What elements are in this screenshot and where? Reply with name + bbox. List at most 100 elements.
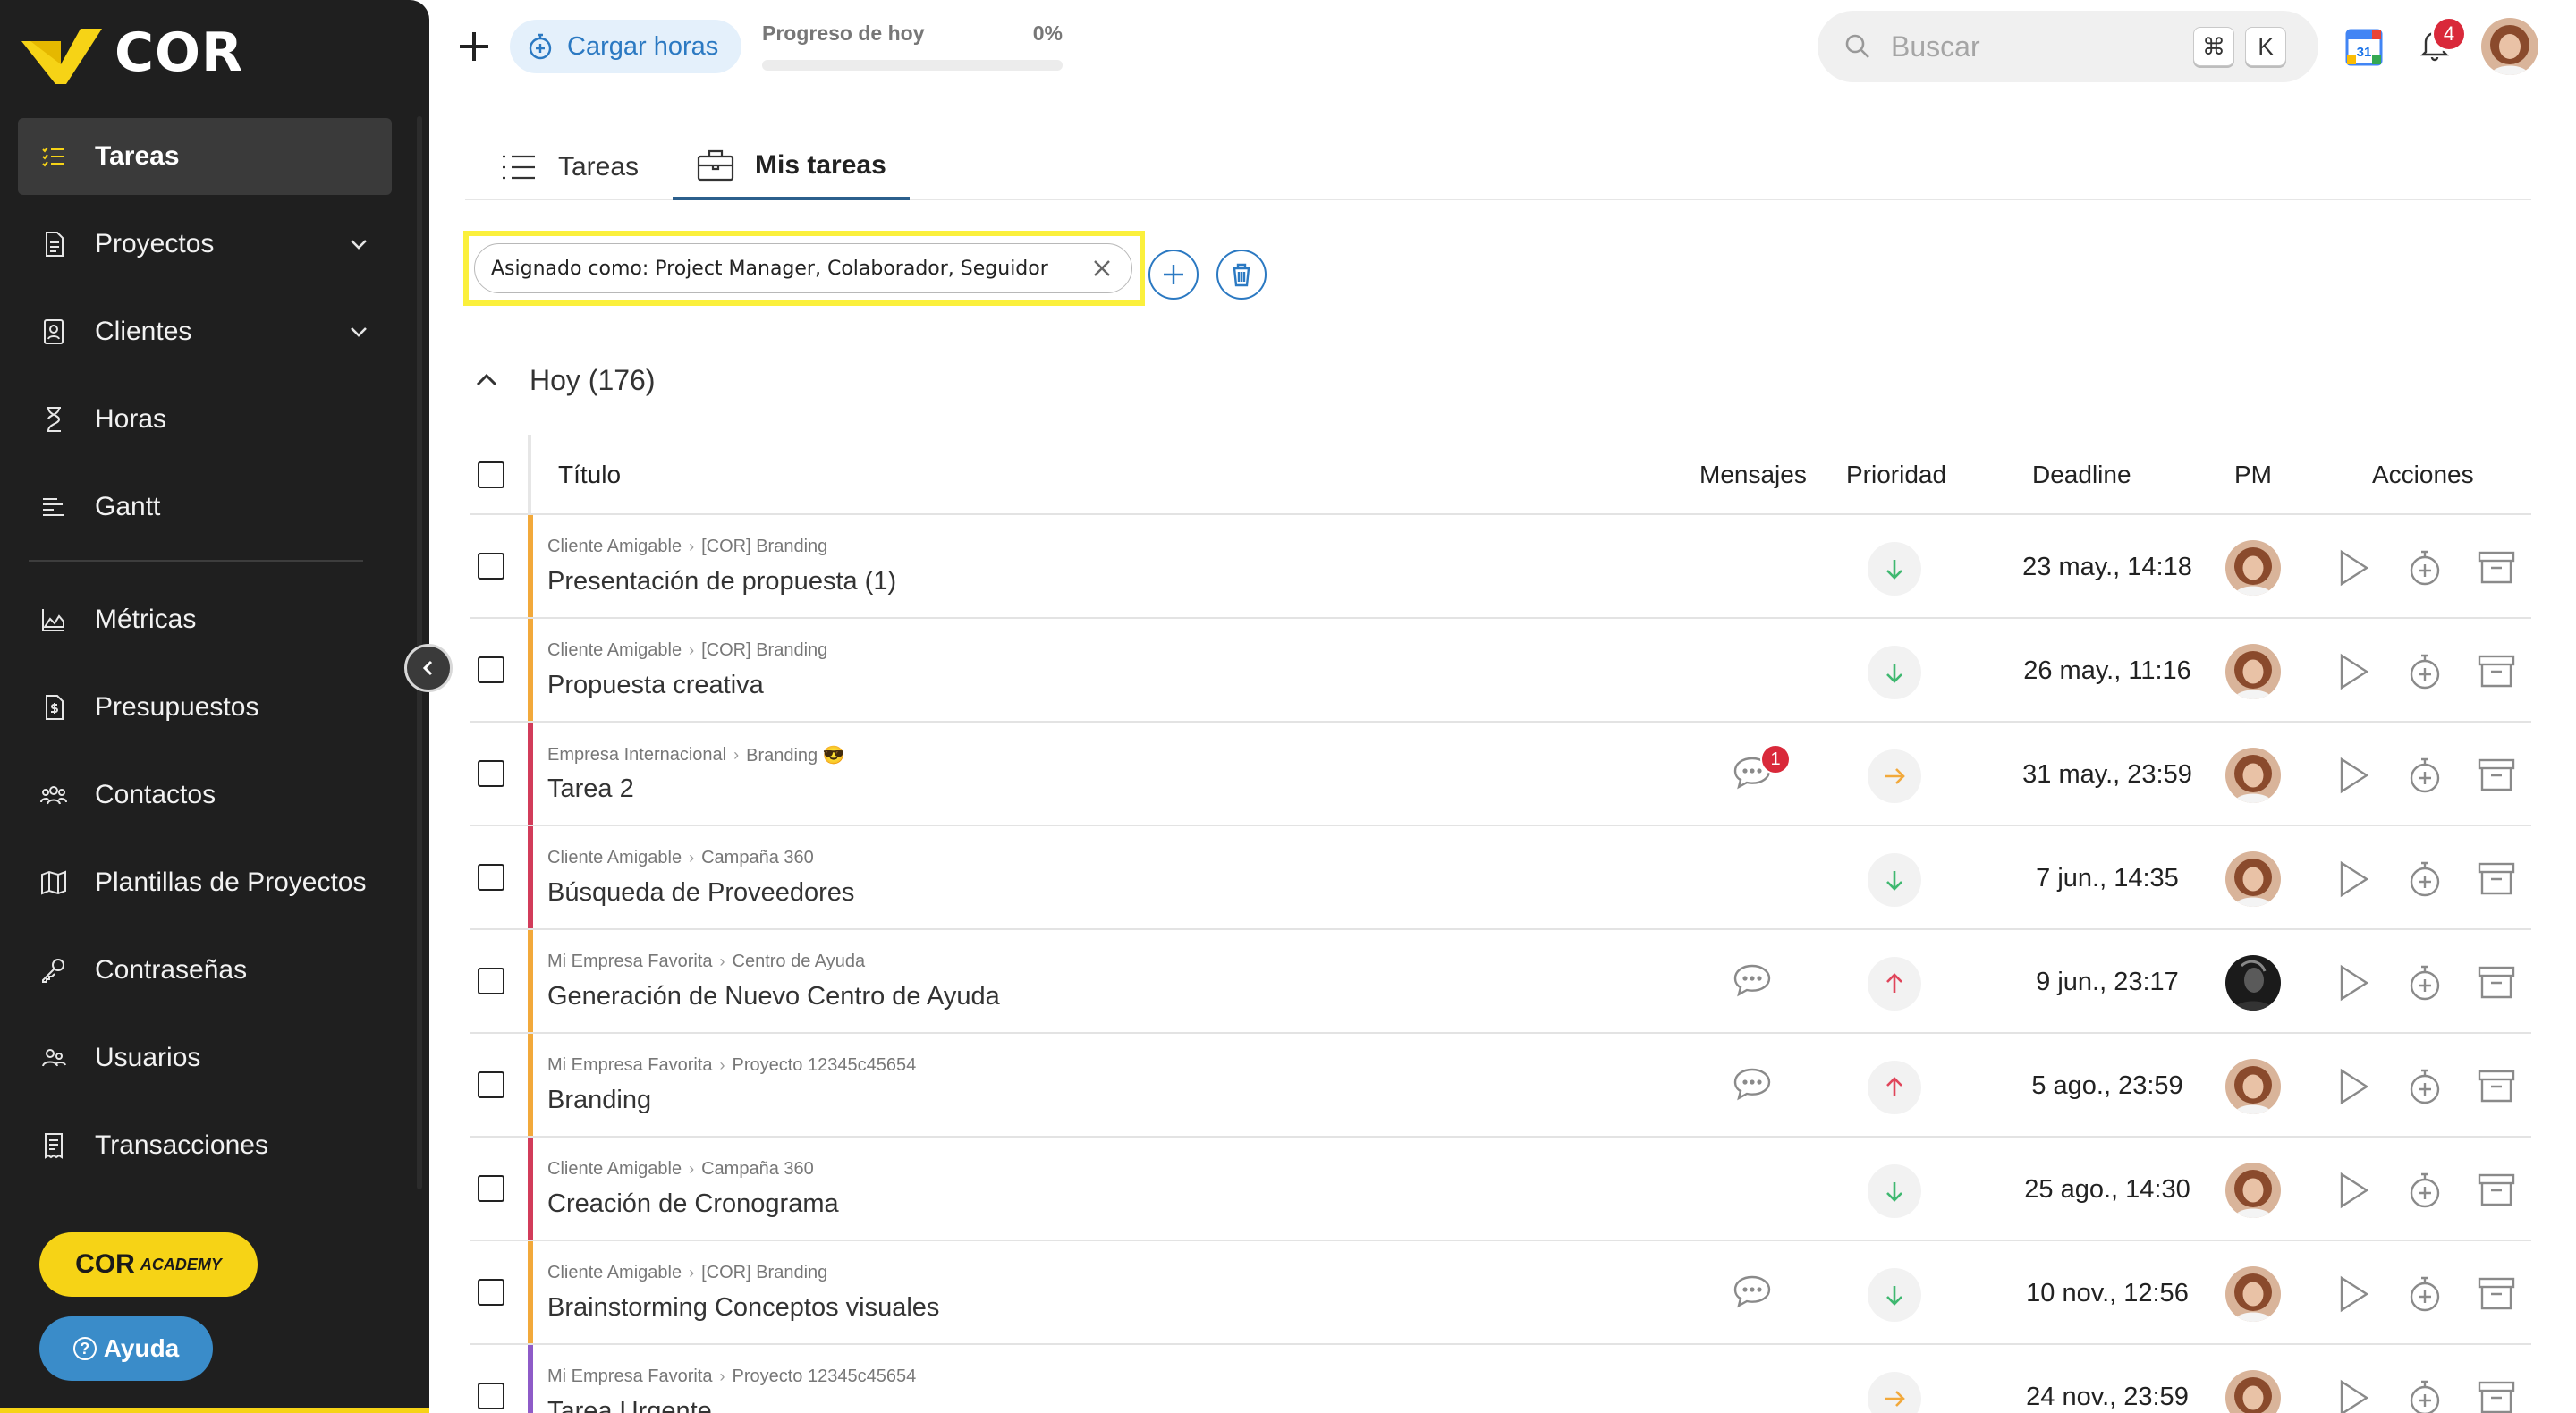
archive-button[interactable] (2476, 1273, 2517, 1315)
archive-button[interactable] (2476, 547, 2517, 588)
pm-avatar[interactable] (2225, 748, 2281, 803)
task-deadline[interactable]: 5 ago., 23:59 (1982, 1071, 2233, 1101)
task-title[interactable]: Presentación de propuesta (1) (547, 567, 896, 597)
pm-avatar[interactable] (2225, 851, 2281, 907)
priority-indicator[interactable] (1868, 542, 1921, 596)
sidebar-item-proyectos[interactable]: Proyectos (18, 206, 392, 283)
priority-indicator[interactable] (1868, 749, 1921, 803)
task-title[interactable]: Creación de Cronograma (547, 1189, 839, 1219)
sidebar-item-clientes[interactable]: Clientes (18, 293, 392, 370)
pm-avatar[interactable] (2225, 540, 2281, 596)
task-title[interactable]: Búsqueda de Proveedores (547, 878, 854, 908)
task-breadcrumb[interactable]: Mi Empresa Favorita › Proyecto 12345c45654 (547, 1055, 916, 1076)
task-breadcrumb[interactable]: Cliente Amigable › Campaña 360 (547, 848, 814, 868)
table-row[interactable]: Cliente Amigable › Campaña 360 Creación de … (470, 1138, 2531, 1241)
task-deadline[interactable]: 31 may., 23:59 (1982, 760, 2233, 790)
sidebar-item-metricas[interactable]: Métricas (18, 581, 392, 658)
start-timer-button[interactable] (2333, 755, 2374, 796)
log-hours-button[interactable] (2404, 1377, 2445, 1413)
row-checkbox[interactable] (478, 1383, 504, 1409)
priority-indicator[interactable] (1868, 1061, 1921, 1114)
task-breadcrumb[interactable]: Mi Empresa Favorita › Proyecto 12345c45654 (547, 1366, 916, 1387)
google-calendar-icon[interactable]: 31 (2345, 29, 2383, 66)
column-header-deadline[interactable]: Deadline (2032, 435, 2131, 515)
cor-academy-button[interactable]: COR ACADEMY (39, 1232, 258, 1297)
row-checkbox[interactable] (478, 553, 504, 580)
sidebar-item-contactos[interactable]: Contactos (18, 757, 392, 833)
collapse-sidebar-button[interactable] (404, 644, 453, 692)
sidebar-item-plantillas[interactable]: Plantillas de Proyectos (18, 844, 392, 921)
task-title[interactable]: Branding (547, 1086, 651, 1115)
table-row[interactable]: Mi Empresa Favorita › Proyecto 12345c45654… (470, 1345, 2531, 1413)
log-hours-button[interactable] (2404, 1273, 2445, 1315)
pm-avatar[interactable] (2225, 955, 2281, 1011)
task-title[interactable]: Generación de Nuevo Centro de Ayuda (547, 982, 1000, 1011)
messages-button[interactable] (1732, 962, 1775, 1002)
start-timer-button[interactable] (2333, 547, 2374, 588)
archive-button[interactable] (2476, 962, 2517, 1003)
column-header-messages[interactable]: Mensajes (1699, 435, 1807, 515)
archive-button[interactable] (2476, 651, 2517, 692)
log-hours-button[interactable] (2404, 755, 2445, 796)
row-checkbox[interactable] (478, 864, 504, 891)
sidebar-item-horas[interactable]: Horas (18, 381, 392, 458)
log-hours-button[interactable] (2404, 1066, 2445, 1107)
pm-avatar[interactable] (2225, 1266, 2281, 1322)
sidebar-item-transacciones[interactable]: Transacciones (18, 1107, 392, 1184)
table-row[interactable]: Cliente Amigable › [COR] Branding Propuesta… (470, 619, 2531, 723)
sidebar-item-usuarios[interactable]: Usuarios (18, 1020, 392, 1096)
tab-tareas[interactable]: Tareas (499, 134, 639, 200)
log-hours-button[interactable] (2404, 547, 2445, 588)
log-hours-button[interactable] (2404, 859, 2445, 900)
start-timer-button[interactable] (2333, 1377, 2374, 1413)
archive-button[interactable] (2476, 1066, 2517, 1107)
priority-indicator[interactable] (1868, 853, 1921, 907)
chevron-down-icon[interactable] (347, 233, 370, 256)
sidebar-item-gantt[interactable]: Gantt (18, 469, 392, 546)
table-row[interactable]: Mi Empresa Favorita › Proyecto 12345c45654… (470, 1034, 2531, 1138)
row-checkbox[interactable] (478, 1279, 504, 1306)
table-row[interactable]: Mi Empresa Favorita › Centro de Ayuda Gener… (470, 930, 2531, 1034)
archive-button[interactable] (2476, 1170, 2517, 1211)
row-checkbox[interactable] (478, 760, 504, 787)
priority-indicator[interactable] (1868, 1372, 1921, 1413)
log-hours-button[interactable] (2404, 962, 2445, 1003)
table-row[interactable]: Empresa Internacional › Branding 😎 Tarea 2 1… (470, 723, 2531, 826)
task-deadline[interactable]: 26 may., 11:16 (1982, 656, 2233, 686)
messages-button[interactable] (1732, 1273, 1775, 1313)
task-breadcrumb[interactable]: Cliente Amigable › [COR] Branding (547, 640, 827, 661)
clear-filters-button[interactable] (1216, 250, 1267, 300)
task-title[interactable]: Propuesta creativa (547, 671, 764, 700)
start-timer-button[interactable] (2333, 962, 2374, 1003)
help-button[interactable]: ? Ayuda (39, 1316, 213, 1381)
archive-button[interactable] (2476, 859, 2517, 900)
start-timer-button[interactable] (2333, 651, 2374, 692)
sidebar-item-presupuestos[interactable]: Presupuestos (18, 669, 392, 746)
messages-button[interactable] (1732, 1066, 1775, 1105)
start-timer-button[interactable] (2333, 859, 2374, 900)
task-breadcrumb[interactable]: Cliente Amigable › [COR] Branding (547, 537, 827, 557)
tab-mis-tareas[interactable]: Mis tareas (673, 134, 910, 200)
archive-button[interactable] (2476, 755, 2517, 796)
group-header-hoy[interactable]: Hoy (176) (474, 358, 656, 402)
task-deadline[interactable]: 7 jun., 14:35 (1982, 864, 2233, 893)
remove-filter-button[interactable] (1090, 257, 1114, 280)
task-deadline[interactable]: 23 may., 14:18 (1982, 553, 2233, 582)
priority-indicator[interactable] (1868, 646, 1921, 699)
log-hours-button[interactable] (2404, 651, 2445, 692)
row-checkbox[interactable] (478, 1071, 504, 1098)
task-breadcrumb[interactable]: Empresa Internacional › Branding 😎 (547, 744, 845, 766)
task-title[interactable]: Brainstorming Conceptos visuales (547, 1293, 939, 1323)
table-row[interactable]: Cliente Amigable › [COR] Branding Presentac… (470, 515, 2531, 619)
column-header-priority[interactable]: Prioridad (1846, 435, 1946, 515)
assigned-filter-chip[interactable]: Asignado como: Project Manager, Colabora… (474, 243, 1132, 293)
row-checkbox[interactable] (478, 968, 504, 994)
task-title[interactable]: Tarea Urgente (547, 1397, 712, 1413)
pm-avatar[interactable] (2225, 1163, 2281, 1218)
row-checkbox[interactable] (478, 1175, 504, 1202)
pm-avatar[interactable] (2225, 1370, 2281, 1413)
user-avatar[interactable] (2481, 18, 2538, 75)
search-box[interactable]: ⌘ K (1818, 11, 2318, 82)
search-input[interactable] (1891, 30, 2159, 63)
task-deadline[interactable]: 10 nov., 12:56 (1982, 1279, 2233, 1308)
